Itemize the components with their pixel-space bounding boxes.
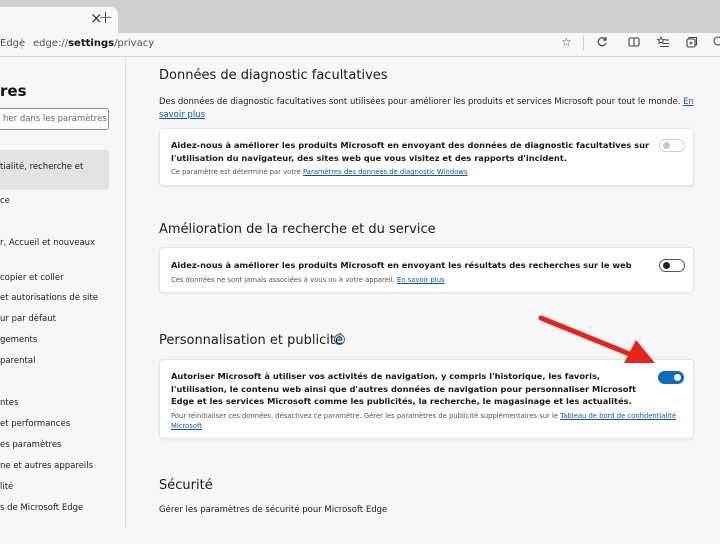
annotation-arrow-icon [538,315,655,363]
